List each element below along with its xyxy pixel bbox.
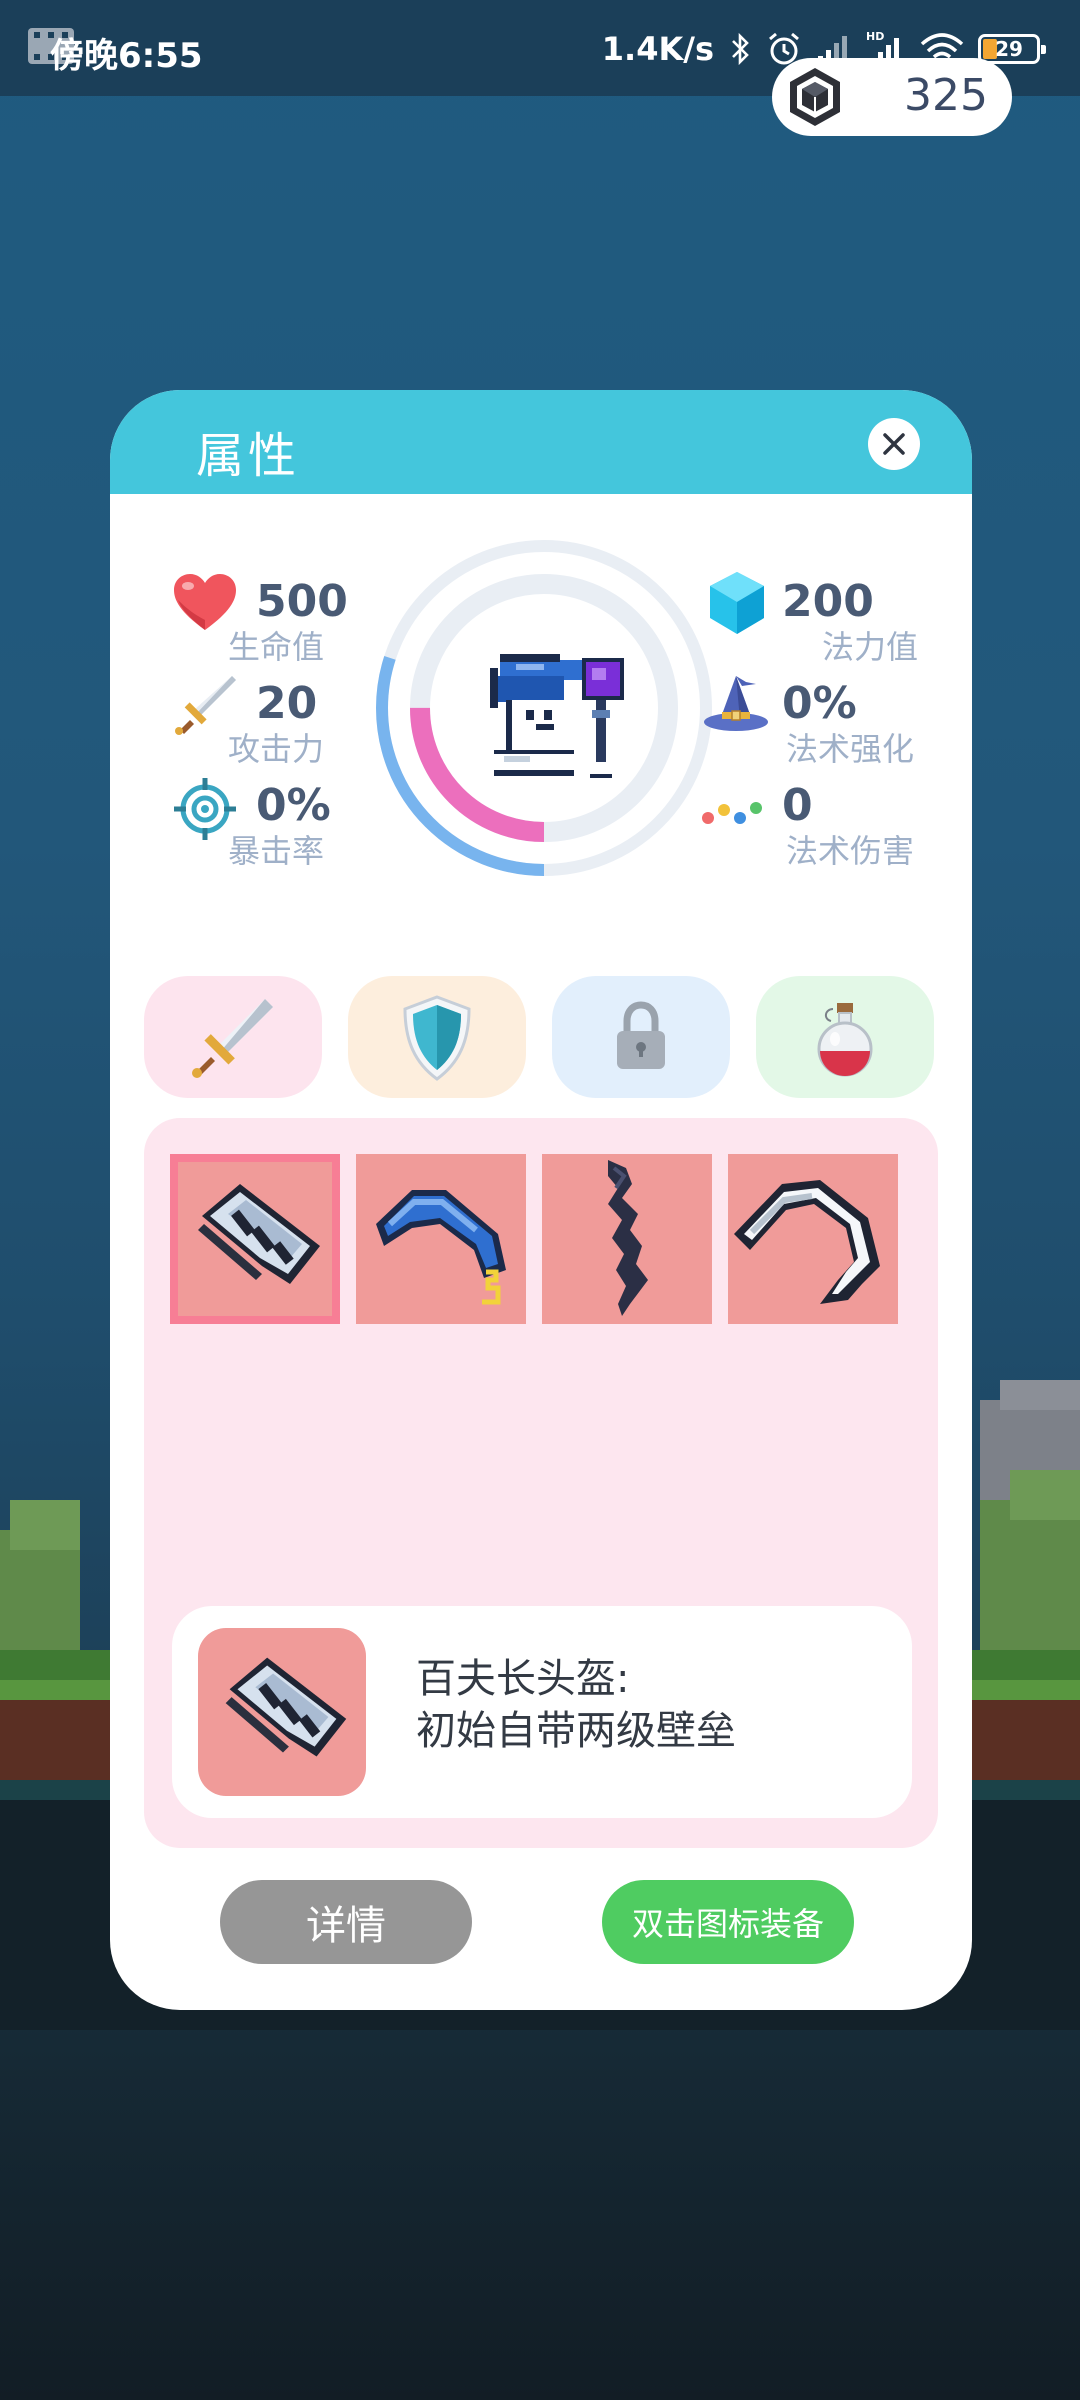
dialog-title: 属性 (196, 428, 301, 484)
attribute-dialog: 属性 500 生命值 20 攻击力 0% 暴击率 200 法力值 0% 法术强化… (110, 390, 972, 2010)
stat-value-spell-power: 0% (782, 678, 857, 729)
stat-value-crit: 0% (256, 780, 331, 831)
lock-icon (617, 1001, 665, 1069)
details-button[interactable]: 详情 (220, 1880, 472, 1964)
helmet-icon (198, 1184, 320, 1284)
tab-armor[interactable] (348, 976, 526, 1098)
sword-icon (192, 999, 273, 1078)
close-button[interactable] (868, 418, 920, 470)
item-detail-card: 百夫长头盔: 初始自带两级壁垒 (172, 1606, 912, 1818)
equip-button[interactable]: 双击图标装备 (602, 1880, 854, 1964)
colored-dots-icon (702, 802, 762, 824)
potion-icon (817, 1003, 873, 1077)
stat-value-attack: 20 (256, 678, 318, 729)
shield-icon (403, 995, 471, 1081)
stat-label-crit: 暴击率 (228, 832, 325, 870)
stat-label-spell-power: 法术强化 (786, 730, 915, 768)
inventory-slot-blue-boomerang[interactable] (356, 1154, 526, 1324)
helmet-icon (225, 1657, 347, 1757)
bluetooth-icon (732, 32, 749, 66)
stat-label-spell-damage: 法术伤害 (786, 832, 915, 870)
stat-value-hp: 500 (256, 576, 348, 627)
stat-value-spell-damage: 0 (782, 780, 813, 831)
battery-icon: 29 (978, 34, 1046, 64)
crystal-icon (710, 572, 764, 634)
status-time: 傍晚6:55 (50, 36, 203, 76)
close-icon (883, 433, 905, 455)
avatar-ring (376, 540, 712, 876)
inventory-slot-white-boomerang[interactable] (728, 1154, 898, 1324)
network-speed: 1.4K/s (601, 30, 714, 68)
inventory-slot-helmet[interactable] (170, 1154, 340, 1324)
wizard-character-icon (490, 654, 624, 778)
battery-level: 29 (995, 37, 1023, 61)
tab-potions[interactable] (756, 976, 934, 1098)
svg-text:HD: HD (866, 30, 884, 43)
gem-count: 325 (904, 70, 988, 121)
stat-label-hp: 生命值 (228, 628, 325, 666)
tab-weapons[interactable] (144, 976, 322, 1098)
inventory-panel: 百夫长头盔: 初始自带两级壁垒 (144, 1118, 938, 1848)
gem-icon (790, 68, 840, 126)
selected-item-icon (198, 1628, 366, 1796)
item-description: 初始自带两级壁垒 (416, 1708, 736, 1754)
dialog-header: 属性 (110, 390, 972, 494)
stat-value-mana: 200 (782, 576, 874, 627)
item-name: 百夫长头盔: (416, 1656, 630, 1702)
tab-locked[interactable] (552, 976, 730, 1098)
gem-counter: 325 (772, 58, 1012, 136)
wizard-hat-icon (704, 676, 768, 731)
white-boomerang-icon (734, 1180, 880, 1304)
dark-blade-icon (608, 1160, 648, 1316)
blue-boomerang-icon (376, 1190, 506, 1305)
stat-label-mana: 法力值 (822, 628, 919, 666)
inventory-slot-dark-blade[interactable] (542, 1154, 712, 1324)
stat-label-attack: 攻击力 (228, 730, 325, 768)
